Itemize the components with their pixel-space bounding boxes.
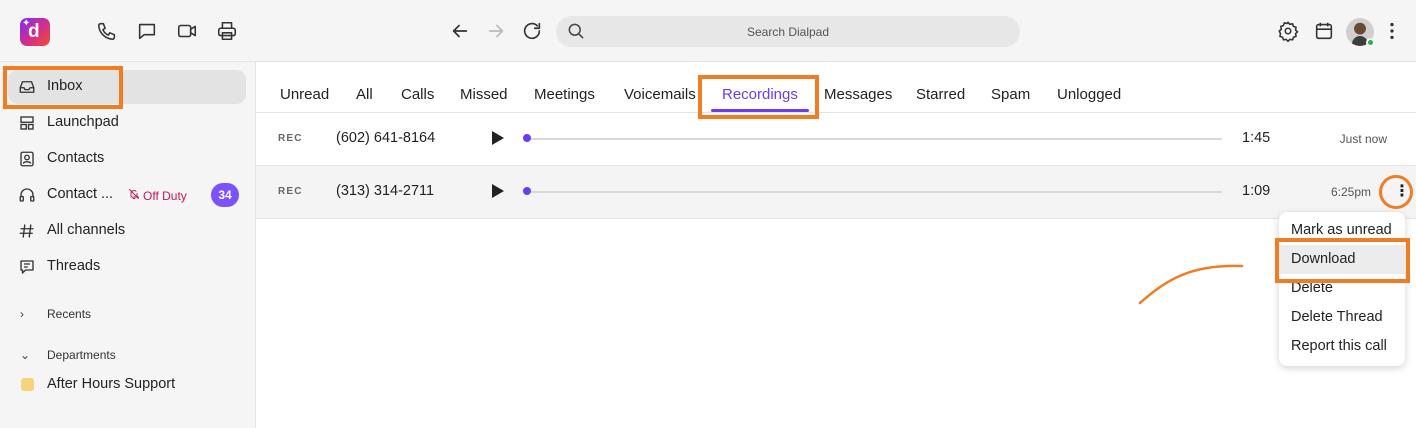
unread-count-badge: 34 [211,183,239,207]
playback-track[interactable] [524,138,1222,140]
download-highlight-box [1275,238,1410,283]
play-icon[interactable] [491,130,505,146]
play-icon[interactable] [491,183,505,199]
contacts-icon [18,150,36,168]
sidebar-item-label: Contact ... [47,186,114,202]
recording-duration: 1:45 [1242,130,1271,146]
tab-calls[interactable]: Calls [401,86,434,103]
sidebar-item-contacts[interactable]: Contacts [8,142,246,176]
tab-all[interactable]: All [356,86,373,103]
recording-row[interactable]: REC (602) 641-8164 1:45 Just now [256,113,1416,166]
tab-meetings[interactable]: Meetings [534,86,595,103]
inbox-highlight-box [3,66,123,109]
chevron-right-icon: › [20,307,24,321]
recordings-tab-highlight-box [698,75,819,119]
back-arrow-icon[interactable] [449,20,471,42]
chat-icon[interactable] [136,20,158,42]
refresh-icon[interactable] [521,20,543,42]
phone-number[interactable]: (313) 314-2711 [336,183,434,199]
recording-time: Just now [1339,132,1387,146]
playback-knob[interactable] [523,134,531,142]
departments-section[interactable]: ⌄ Departments [20,348,116,362]
sidebar-item-label: Launchpad [47,114,119,130]
tab-unlogged[interactable]: Unlogged [1057,86,1121,103]
rec-tag: REC [278,133,303,144]
top-bar: ✦ d Search Dialpad [0,0,1416,62]
printer-icon[interactable] [216,20,238,42]
sidebar-item-label: All channels [47,222,126,238]
recording-row[interactable]: REC (313) 314-2711 1:09 6:25pm ⋮ [256,166,1416,219]
launchpad-icon [18,114,36,132]
recents-section[interactable]: › Recents [20,307,91,321]
menu-item-delete-thread[interactable]: Delete Thread [1279,303,1405,332]
tab-missed[interactable]: Missed [460,86,508,103]
menu-item-label: Report this call [1291,338,1387,354]
off-duty-status[interactable]: Off Duty [128,188,187,203]
search-input[interactable]: Search Dialpad [556,16,1020,47]
online-status-dot [1366,38,1375,47]
search-placeholder: Search Dialpad [746,25,830,39]
menu-item-report-call[interactable]: Report this call [1279,332,1405,361]
hash-icon [18,222,36,240]
forward-arrow-icon[interactable] [485,20,507,42]
menu-item-label: Mark as unread [1291,222,1392,238]
tab-messages[interactable]: Messages [824,86,892,103]
recording-context-menu: Mark as unread Download Delete Delete Th… [1279,212,1405,366]
headset-icon [18,186,36,204]
bell-off-icon [128,188,140,203]
tab-unread[interactable]: Unread [280,86,329,103]
sidebar-item-launchpad[interactable]: Launchpad [8,106,246,140]
phone-number[interactable]: (602) 641-8164 [336,130,435,146]
tab-voicemails[interactable]: Voicemails [624,86,696,103]
more-vertical-icon: ⋮ [1394,183,1410,200]
tab-starred[interactable]: Starred [916,86,965,103]
threads-icon [18,258,36,276]
departments-label: Departments [47,348,116,362]
sidebar-item-department[interactable]: After Hours Support [8,368,246,402]
sidebar-item-all-channels[interactable]: All channels [8,214,246,248]
sidebar-item-contact-center[interactable]: Contact ... Off Duty 34 [8,178,246,212]
playback-knob[interactable] [523,187,531,195]
dialpad-logo[interactable]: ✦ d [20,18,50,46]
more-vertical-icon[interactable] [1381,20,1403,42]
department-label: After Hours Support [47,376,176,392]
inbox-tabs: Unread All Calls Missed Meetings Voicema… [256,62,1416,113]
recording-time: 6:25pm [1330,185,1371,199]
sidebar: Inbox Launchpad Contacts Contact ... Off… [0,62,256,428]
row-more-button[interactable]: ⋮ [1379,175,1413,209]
off-duty-label: Off Duty [143,189,187,203]
video-icon[interactable] [176,20,198,42]
sidebar-item-threads[interactable]: Threads [8,250,246,284]
playback-track[interactable] [524,191,1222,193]
logo-letter: d [28,21,40,42]
gear-icon[interactable] [1277,20,1299,43]
rec-tag: REC [278,186,303,197]
recording-duration: 1:09 [1242,183,1271,199]
annotation-arrow-stroke [1138,264,1244,305]
phone-icon[interactable] [96,20,118,42]
menu-item-label: Delete Thread [1291,309,1383,325]
sidebar-item-label: Threads [47,258,101,274]
calendar-icon[interactable] [1313,20,1335,42]
recents-label: Recents [47,307,92,321]
sidebar-item-label: Contacts [47,150,105,166]
chevron-down-icon: ⌄ [20,348,31,362]
tab-spam[interactable]: Spam [991,86,1030,103]
